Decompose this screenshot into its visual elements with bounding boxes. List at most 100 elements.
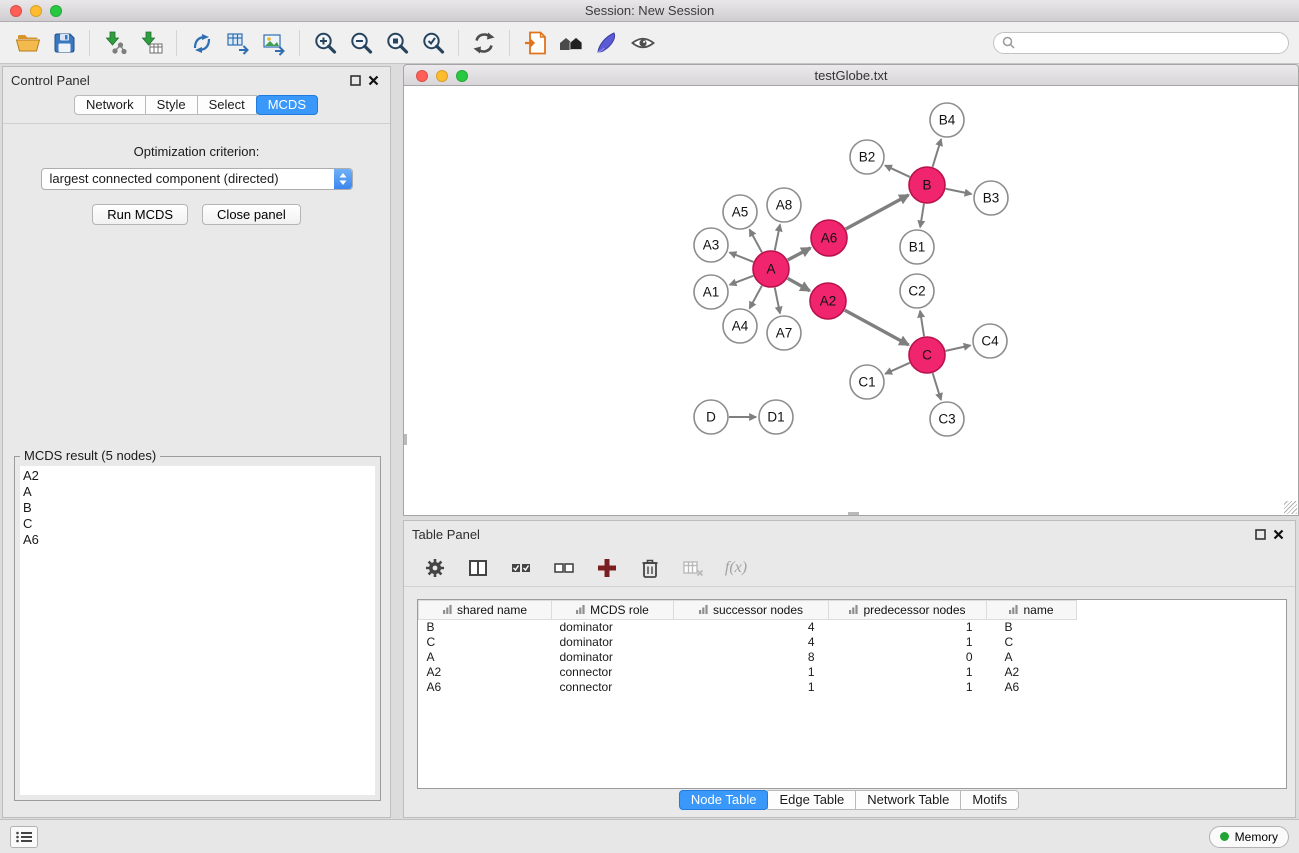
node-C[interactable]: C xyxy=(909,337,945,373)
node-B1[interactable]: B1 xyxy=(900,230,934,264)
node-A7[interactable]: A7 xyxy=(767,316,801,350)
apply-layout-button[interactable] xyxy=(466,25,502,61)
fullscreen-window-button[interactable] xyxy=(50,5,62,17)
tab-node-table[interactable]: Node Table xyxy=(679,790,769,810)
node-A5[interactable]: A5 xyxy=(723,195,757,229)
node-A4[interactable]: A4 xyxy=(723,309,757,343)
tab-style[interactable]: Style xyxy=(145,95,198,115)
node-C2[interactable]: C2 xyxy=(900,274,934,308)
network-from-image-button[interactable] xyxy=(256,25,292,61)
import-table-button[interactable] xyxy=(133,25,169,61)
node-B2[interactable]: B2 xyxy=(850,140,884,174)
home-button[interactable] xyxy=(553,25,589,61)
float-table-panel-button[interactable] xyxy=(1251,525,1269,543)
horizontal-scrollbar[interactable] xyxy=(848,512,859,515)
result-item[interactable]: A xyxy=(23,484,372,500)
node-C4[interactable]: C4 xyxy=(973,324,1007,358)
table-row[interactable]: A2connector11A2 xyxy=(419,665,1077,680)
edge-A-A3[interactable] xyxy=(730,252,754,262)
table-row[interactable]: A6connector11A6 xyxy=(419,680,1077,695)
column-header-name[interactable]: name xyxy=(987,601,1077,620)
zoom-fit-button[interactable] xyxy=(379,25,415,61)
edge-C-C1[interactable] xyxy=(885,363,909,374)
edge-A-A2[interactable] xyxy=(788,278,810,290)
node-A[interactable]: A xyxy=(753,251,789,287)
search-field[interactable] xyxy=(993,32,1289,54)
open-file-button[interactable] xyxy=(10,25,46,61)
node-B4[interactable]: B4 xyxy=(930,103,964,137)
edge-A-A5[interactable] xyxy=(750,230,762,253)
edge-A6-B[interactable] xyxy=(846,195,909,229)
column-header-mcds-role[interactable]: MCDS role xyxy=(552,601,674,620)
node-B[interactable]: B xyxy=(909,167,945,203)
result-item[interactable]: A6 xyxy=(23,532,372,548)
edge-A-A7[interactable] xyxy=(775,288,780,314)
resize-grip[interactable] xyxy=(1284,501,1297,514)
edge-C-C4[interactable] xyxy=(946,345,971,351)
tab-edge-table[interactable]: Edge Table xyxy=(767,790,856,810)
node-A6[interactable]: A6 xyxy=(811,220,847,256)
add-column-button[interactable] xyxy=(594,553,620,583)
task-history-button[interactable] xyxy=(10,826,38,848)
float-panel-button[interactable] xyxy=(346,71,364,89)
table-row[interactable]: Bdominator41B xyxy=(419,620,1077,635)
tab-network-table[interactable]: Network Table xyxy=(855,790,961,810)
run-mcds-button[interactable]: Run MCDS xyxy=(92,204,188,225)
node-B3[interactable]: B3 xyxy=(974,181,1008,215)
search-input[interactable] xyxy=(1020,35,1280,50)
node-D1[interactable]: D1 xyxy=(759,400,793,434)
open-recent-button[interactable] xyxy=(517,25,553,61)
zoom-selected-button[interactable] xyxy=(415,25,451,61)
vertical-scrollbar[interactable] xyxy=(404,434,407,445)
tab-network[interactable]: Network xyxy=(74,95,146,115)
edge-A-A1[interactable] xyxy=(730,276,754,285)
memory-button[interactable]: Memory xyxy=(1209,826,1289,848)
network-close-button[interactable] xyxy=(416,70,428,82)
edge-C-C3[interactable] xyxy=(933,373,941,400)
edge-C-C2[interactable] xyxy=(920,311,924,336)
table-settings-button[interactable] xyxy=(422,553,448,583)
edge-B-B4[interactable] xyxy=(933,139,942,167)
close-window-button[interactable] xyxy=(10,5,22,17)
function-builder-button[interactable]: f(x) xyxy=(723,553,749,583)
show-columns-button[interactable] xyxy=(465,553,491,583)
result-item[interactable]: B xyxy=(23,500,372,516)
zoom-out-button[interactable] xyxy=(343,25,379,61)
edge-B-B1[interactable] xyxy=(920,204,924,227)
close-panel-action-button[interactable]: Close panel xyxy=(202,204,301,225)
node-A8[interactable]: A8 xyxy=(767,188,801,222)
table-row[interactable]: Adominator80A xyxy=(419,650,1077,665)
network-window-titlebar[interactable]: testGlobe.txt xyxy=(403,64,1299,86)
close-panel-button[interactable] xyxy=(364,71,382,89)
minimize-window-button[interactable] xyxy=(30,5,42,17)
node-table-container[interactable]: shared nameMCDS rolesuccessor nodesprede… xyxy=(417,599,1287,789)
select-all-button[interactable] xyxy=(508,553,534,583)
edge-A-A8[interactable] xyxy=(775,225,780,251)
node-D[interactable]: D xyxy=(694,400,728,434)
new-network-button[interactable] xyxy=(184,25,220,61)
column-header-shared-name[interactable]: shared name xyxy=(419,601,552,620)
node-A1[interactable]: A1 xyxy=(694,275,728,309)
close-table-panel-button[interactable] xyxy=(1269,525,1287,543)
table-row[interactable]: Cdominator41C xyxy=(419,635,1077,650)
zoom-in-button[interactable] xyxy=(307,25,343,61)
edge-A2-C[interactable] xyxy=(845,310,909,345)
delete-column-button[interactable] xyxy=(637,553,663,583)
show-hide-button[interactable] xyxy=(625,25,661,61)
edge-A-A4[interactable] xyxy=(750,286,762,309)
optimization-select[interactable]: largest connected component (directed) xyxy=(41,168,353,190)
vizmap-button[interactable] xyxy=(589,25,625,61)
network-maximize-button[interactable] xyxy=(456,70,468,82)
network-canvas[interactable]: B4B2BB3A5A8A6B1A3AC2A1A2A4A7C4CC1DD1C3 xyxy=(403,86,1299,516)
network-minimize-button[interactable] xyxy=(436,70,448,82)
save-session-button[interactable] xyxy=(46,25,82,61)
import-network-button[interactable] xyxy=(97,25,133,61)
mcds-result-list[interactable]: A2ABCA6 xyxy=(20,466,375,795)
edge-B-B2[interactable] xyxy=(885,165,910,177)
node-C3[interactable]: C3 xyxy=(930,402,964,436)
deselect-all-button[interactable] xyxy=(551,553,577,583)
column-header-successor-nodes[interactable]: successor nodes xyxy=(674,601,829,620)
node-C1[interactable]: C1 xyxy=(850,365,884,399)
node-A2[interactable]: A2 xyxy=(810,283,846,319)
result-item[interactable]: C xyxy=(23,516,372,532)
